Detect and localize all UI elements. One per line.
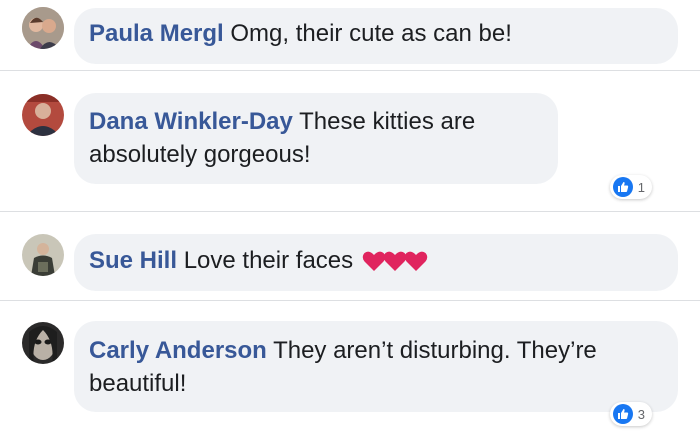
comment-author[interactable]: Carly Anderson [89, 337, 267, 364]
comment: Sue Hill Love their faces [0, 212, 700, 300]
avatar[interactable] [22, 234, 64, 276]
comment: Paula Mergl Omg, their cute as can be! [0, 0, 700, 70]
heart-icon [404, 251, 428, 271]
comment-text: Love their faces [183, 247, 354, 274]
reaction-badge[interactable]: 1 [609, 175, 652, 199]
comment-author[interactable]: Paula Mergl [89, 20, 224, 47]
like-icon [612, 404, 633, 424]
comment-text: Omg, their cute as can be! [230, 20, 512, 47]
hearts-emoji [362, 248, 428, 281]
avatar[interactable] [22, 322, 64, 364]
comment-bubble: Dana Winkler-Day These kitties are absol… [74, 93, 558, 184]
comment: Carly Anderson They aren’t disturbing. T… [0, 301, 700, 441]
reaction-badge[interactable]: 3 [609, 402, 652, 426]
comment-bubble: Sue Hill Love their faces [74, 234, 678, 291]
comment-bubble: Paula Mergl Omg, their cute as can be! [74, 8, 678, 64]
like-icon [612, 177, 633, 197]
reaction-count: 1 [637, 179, 645, 195]
reaction-count: 3 [637, 406, 645, 422]
comment-author[interactable]: Dana Winkler-Day [89, 108, 293, 135]
comment: Dana Winkler-Day These kitties are absol… [0, 71, 700, 211]
avatar[interactable] [22, 94, 64, 136]
avatar[interactable] [22, 7, 64, 49]
comment-bubble: Carly Anderson They aren’t disturbing. T… [74, 321, 678, 412]
comment-author[interactable]: Sue Hill [89, 247, 177, 274]
